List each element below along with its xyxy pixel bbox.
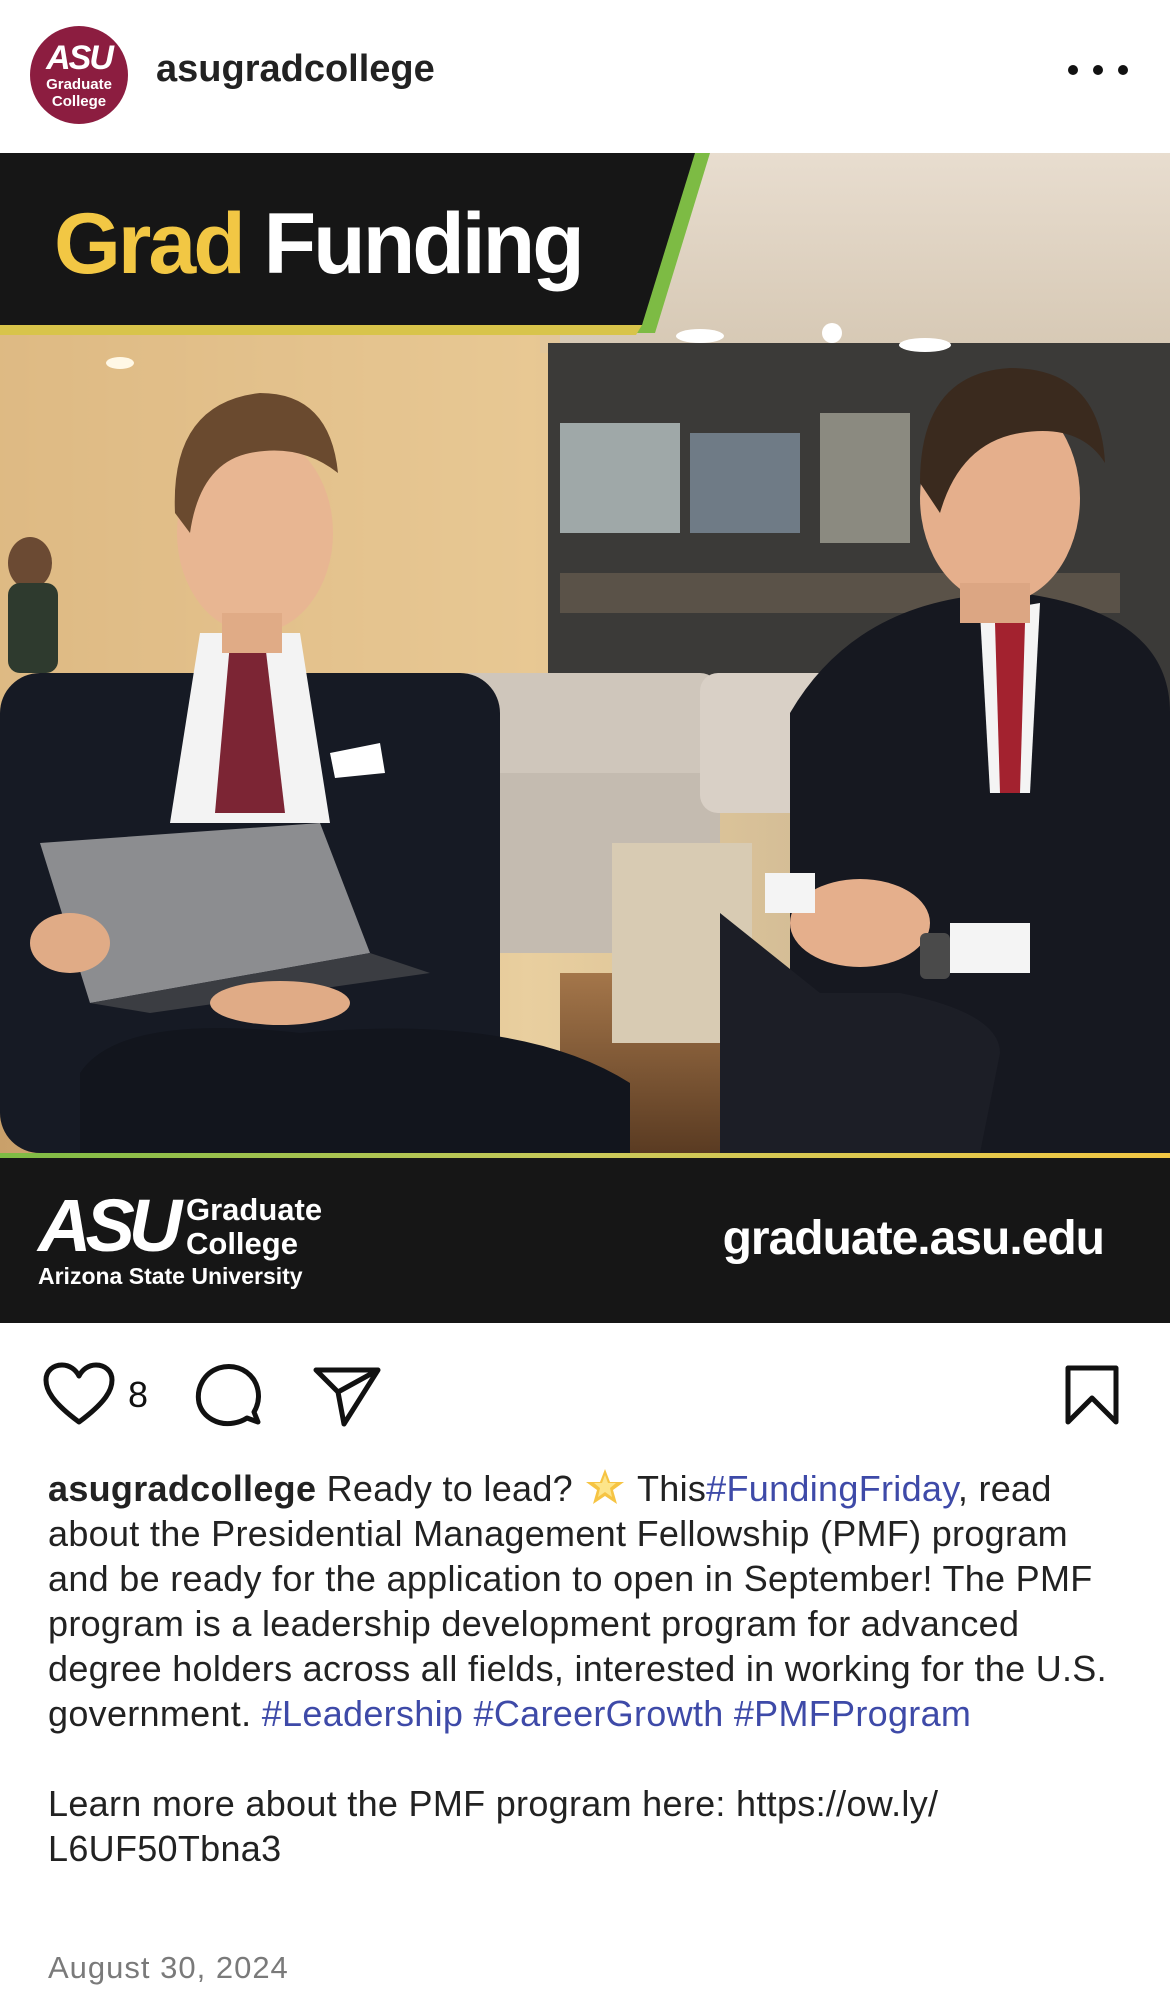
hashtag-leadership[interactable]: #Leadership [262,1693,463,1734]
title-banner: Grad Funding [0,153,710,335]
dot [1118,65,1128,75]
action-bar: 8 [0,1360,1170,1430]
like-count[interactable]: 8 [128,1374,148,1416]
send-icon[interactable] [312,1364,382,1428]
asu-mark: ASU [38,1184,182,1267]
logo-college-line1: Graduate [186,1192,323,1227]
hashtag-careergrowth[interactable]: #CareerGrowth [474,1693,724,1734]
avatar-logo: ASU [46,39,114,77]
post-caption: asugradcollege Ready to lead? This#Fundi… [48,1466,1138,1871]
dot [1093,65,1103,75]
heart-icon[interactable] [42,1362,116,1428]
banner-title: Grad Funding [54,195,585,294]
dot [1068,65,1078,75]
post-date: August 30, 2024 [48,1950,289,1985]
asu-graduate-college-logo: ASU Graduate College Arizona State Unive… [38,1184,322,1290]
avatar-line1: Graduate [46,76,112,93]
caption-learn-more: Learn more about the PMF program here: h… [48,1783,939,1869]
caption-username[interactable]: asugradcollege [48,1468,316,1509]
post-header: ASU Graduate College asugradcollege [0,0,1170,152]
post-image[interactable]: Grad Funding ASU Graduate College Arizon… [0,153,1170,1323]
caption-text-1: Ready to lead? [326,1468,573,1509]
hashtag-fundingfriday[interactable]: #FundingFriday [706,1468,958,1509]
hashtag-pmfprogram[interactable]: #PMFProgram [734,1693,971,1734]
bookmark-icon[interactable] [1064,1364,1120,1426]
more-options-icon[interactable] [1068,50,1128,90]
comment-icon[interactable] [194,1362,262,1428]
post-username[interactable]: asugradcollege [156,48,435,91]
banner-word-grad: Grad [54,196,246,292]
glowing-star-emoji [586,1469,625,1504]
logo-college-line2: College [186,1226,298,1261]
caption-text-2: This [636,1468,707,1509]
avatar-line2: College [51,93,107,110]
image-url-text: graduate.asu.edu [722,1212,1105,1265]
caption-body: asugradcollege Ready to lead? This#Fundi… [48,1466,1138,1736]
logo-college-text: Graduate College [186,1193,322,1261]
logo-university: Arizona State University [38,1263,303,1289]
avatar[interactable]: ASU Graduate College [30,26,128,124]
banner-word-funding: Funding [263,196,585,292]
